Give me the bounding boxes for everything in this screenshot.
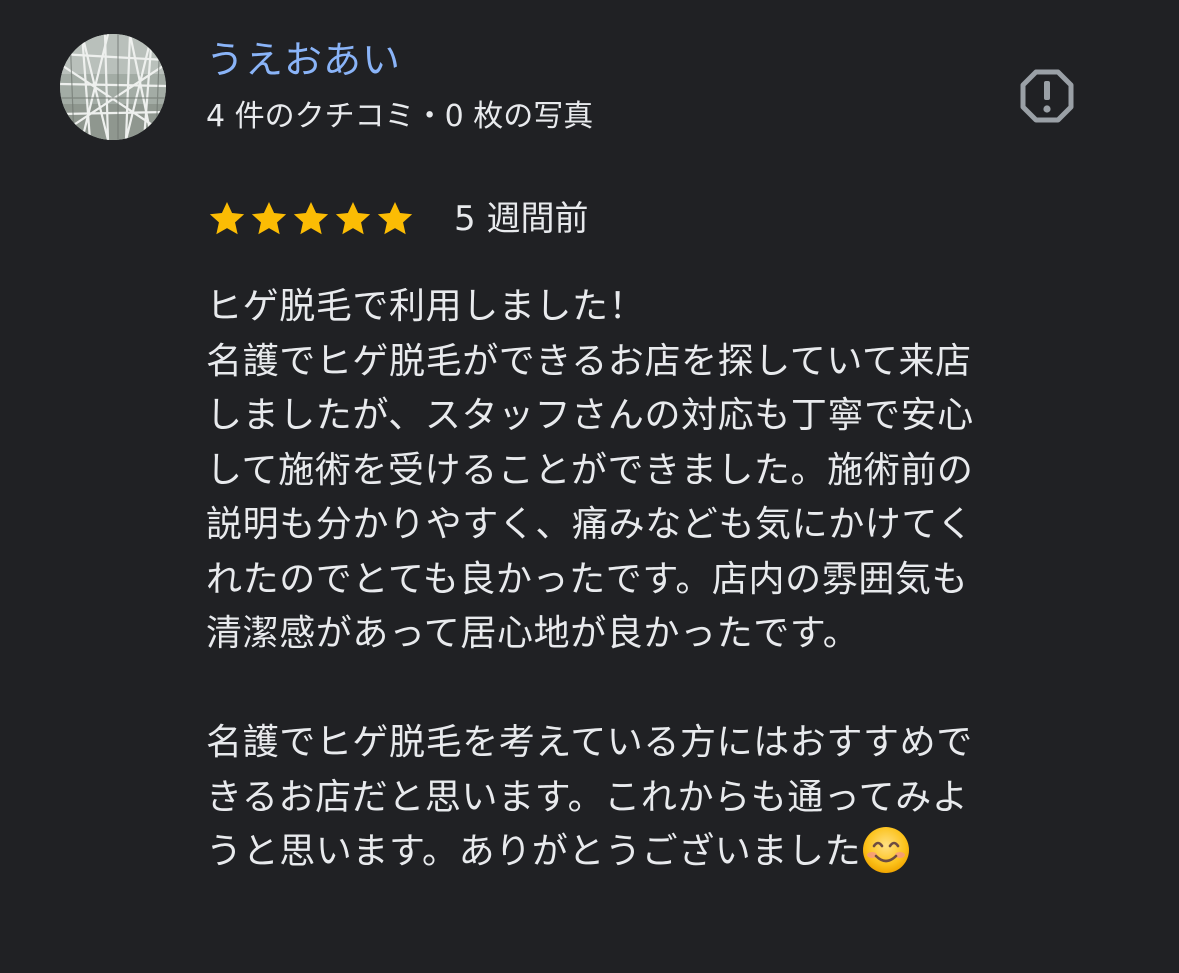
review-line: 名護でヒゲ脱毛を考えている方にはおすすめで bbox=[206, 722, 973, 763]
review-text: ヒゲ脱毛で利用しました！ 名護でヒゲ脱毛ができるお店を探していて来店 しましたが… bbox=[206, 280, 1116, 880]
review-date: 5 週間前 bbox=[454, 199, 589, 239]
avatar-photo bbox=[60, 34, 166, 140]
star-icon bbox=[209, 202, 245, 235]
reviewer-name[interactable]: うえおあい bbox=[206, 34, 401, 86]
review-line: 説明も分かりやすく、痛みなども気にかけてく bbox=[206, 504, 974, 545]
star-rating bbox=[206, 198, 416, 240]
smiling-face-emoji bbox=[861, 825, 911, 875]
star-icon bbox=[377, 202, 413, 235]
star-icon bbox=[251, 202, 287, 235]
review-line: ヒゲ脱毛で利用しました！ bbox=[206, 286, 646, 327]
review-line: きるお店だと思います。これからも通ってみよ bbox=[206, 776, 969, 818]
reviewer-stats: 4 件のクチコミ・0 枚の写真 bbox=[206, 99, 594, 134]
rating-row: 5 週間前 bbox=[206, 195, 588, 243]
review-line: しましたが、スタッフさんの対応も丁寧で安心 bbox=[206, 395, 974, 436]
star-icon bbox=[293, 202, 329, 235]
review-line-last: うと思います。ありがとうございました bbox=[206, 825, 1116, 880]
reviewer-avatar[interactable] bbox=[60, 34, 166, 140]
review-line: 名護でヒゲ脱毛ができるお店を探していて来店 bbox=[206, 340, 972, 382]
review-line: して施術を受けることができました。施術前の bbox=[206, 449, 974, 491]
report-button[interactable] bbox=[1017, 66, 1077, 126]
report-flag-icon bbox=[1020, 69, 1074, 123]
review-line: 清潔感があって居心地が良かったです。 bbox=[206, 613, 860, 654]
review-line-text: うと思います。ありがとうございました bbox=[206, 831, 862, 872]
star-icon bbox=[335, 202, 371, 235]
review-line: れたのでとても良かったです。店内の雰囲気も bbox=[206, 558, 969, 600]
paragraph-break bbox=[206, 662, 1116, 717]
